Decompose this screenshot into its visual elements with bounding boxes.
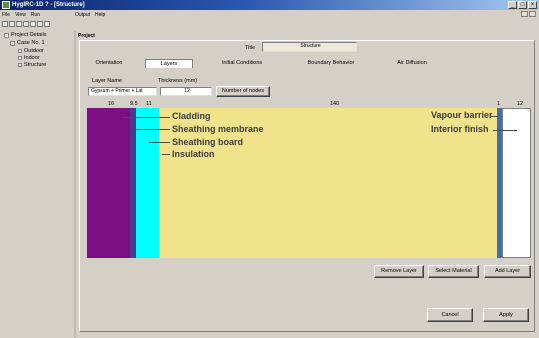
leader-vapour-barrier: [491, 116, 499, 117]
leader-interior-finish: [493, 130, 517, 131]
copy-icon[interactable]: [23, 21, 29, 27]
annotation-sheathing-board: Sheathing board: [172, 137, 244, 147]
collapse-icon[interactable]: −: [10, 40, 15, 46]
leader-insulation: [162, 154, 170, 155]
add-layer-button[interactable]: Add Layer: [484, 265, 531, 278]
delete-icon[interactable]: [44, 21, 50, 27]
layer-cladding[interactable]: [87, 108, 130, 258]
layer-name-label: Layer Name: [92, 78, 122, 84]
maximize-icon[interactable]: □: [518, 1, 527, 9]
child-close-icon[interactable]: [529, 11, 536, 17]
menu-view[interactable]: View: [15, 12, 26, 18]
tab-orientation[interactable]: Orientation: [85, 59, 133, 68]
menu-help[interactable]: Help: [95, 12, 105, 18]
child-minimize-icon[interactable]: [521, 11, 528, 17]
tree-node-outdoor[interactable]: Outdoor: [18, 48, 44, 54]
thickness-label-insulation: 140: [330, 101, 340, 107]
select-material-button[interactable]: Select Material: [428, 265, 479, 278]
toolbar: [0, 19, 75, 29]
app-icon: [2, 1, 10, 9]
apply-button[interactable]: Apply: [483, 308, 529, 322]
leaf-icon: [18, 63, 22, 67]
child-window-controls: [521, 11, 536, 17]
remove-layer-button[interactable]: Remove Layer: [374, 265, 424, 278]
tab-boundary-behavior[interactable]: Boundary Behavior: [298, 59, 364, 68]
tree-label-indoor: Indoor: [24, 55, 40, 61]
title-bar: HygIRC-1D ? - [Structure] _ □ ×: [0, 0, 539, 10]
leader-sheathing-membrane: [133, 129, 170, 130]
tree-label-project-details: Project Details: [11, 32, 47, 38]
thickness-label: Thickness (mm): [158, 78, 198, 84]
leader-sheathing-board: [149, 142, 170, 143]
thickness-label-cladding: 16: [108, 101, 115, 107]
tab-initial-conditions[interactable]: Initial Conditions: [212, 59, 272, 68]
status-bar: [76, 334, 539, 338]
annotation-sheathing-membrane: Sheathing membrane: [172, 124, 264, 134]
print-icon[interactable]: [37, 21, 43, 27]
tree-node-project-details[interactable]: − Project Details: [4, 32, 46, 38]
thickness-input[interactable]: 12: [160, 87, 212, 96]
menu-output[interactable]: Output: [75, 12, 90, 18]
tree-label-structure: Structure: [24, 62, 47, 68]
leaf-icon: [18, 49, 22, 53]
collapse-icon[interactable]: −: [4, 32, 9, 38]
tree-label-case: Case No. 1: [17, 40, 45, 46]
layer-sheathing-board[interactable]: [136, 108, 159, 258]
layer-name-input[interactable]: Gypsum + Primer + Lat: [88, 87, 157, 96]
tree-node-indoor[interactable]: Indoor: [18, 55, 40, 61]
project-tree: − Project Details − Case No. 1 Outdoor I…: [2, 31, 73, 334]
annotation-vapour-barrier: Vapour barrier: [431, 110, 493, 120]
paste-icon[interactable]: [30, 21, 36, 27]
menu-run[interactable]: Run: [31, 12, 40, 18]
tree-node-structure[interactable]: Structure: [18, 62, 46, 68]
thickness-label-interior: 12: [517, 101, 524, 107]
tab-air-diffusion[interactable]: Air Diffusion: [388, 59, 436, 68]
annotation-cladding: Cladding: [172, 111, 211, 121]
annotation-interior-finish: Interior finish: [431, 124, 489, 134]
tree-label-outdoor: Outdoor: [24, 48, 44, 54]
leaf-icon: [18, 56, 22, 60]
cancel-button[interactable]: Cancel: [427, 308, 473, 322]
thickness-label-board: 11: [146, 101, 152, 107]
tab-layers[interactable]: Layers: [145, 59, 193, 68]
minimize-icon[interactable]: _: [508, 1, 517, 9]
save-icon[interactable]: [16, 21, 22, 27]
title-field[interactable]: Structure: [262, 42, 357, 52]
open-folder-icon[interactable]: [9, 21, 15, 27]
window-controls: _ □ ×: [508, 1, 537, 9]
thickness-label-vapour-barrier: 1: [497, 101, 501, 107]
menu-file[interactable]: File: [2, 12, 10, 18]
close-icon[interactable]: ×: [528, 1, 537, 9]
thickness-label-membrane: 9.5: [130, 101, 138, 107]
leader-cladding: [122, 117, 170, 118]
title-label: Title: [245, 45, 256, 51]
number-of-nodes-button[interactable]: Number of nodes: [216, 86, 270, 97]
new-file-icon[interactable]: [2, 21, 8, 27]
annotation-insulation: Insulation: [172, 149, 215, 159]
tree-node-case[interactable]: − Case No. 1: [10, 40, 45, 46]
window-title: HygIRC-1D ? - [Structure]: [12, 2, 85, 8]
panel-header: Project: [78, 33, 95, 39]
menu-bar: File View Run Output Help: [0, 10, 539, 19]
